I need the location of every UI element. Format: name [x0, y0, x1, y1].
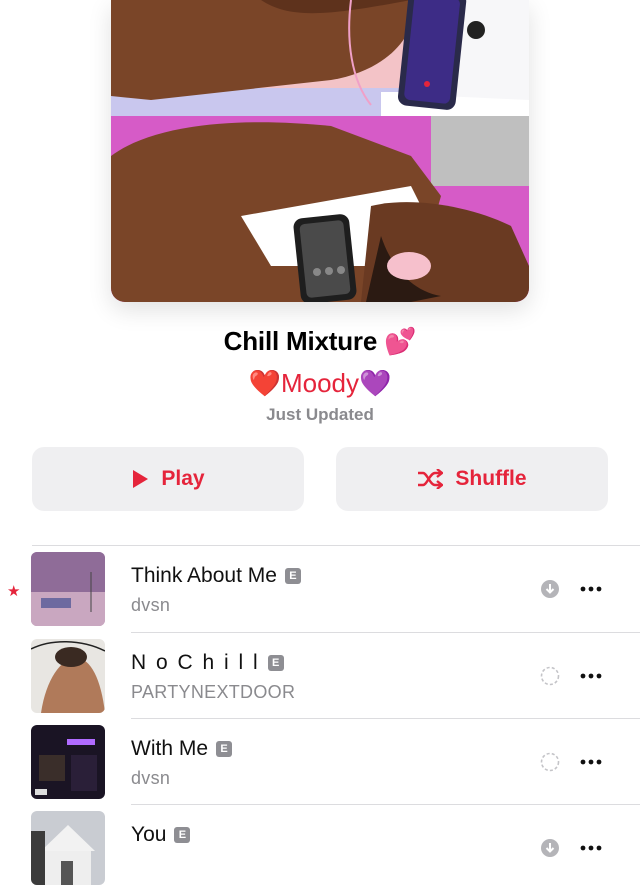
downloaded-icon[interactable]	[540, 579, 560, 599]
play-button[interactable]: Play	[32, 447, 304, 511]
explicit-badge: E	[216, 741, 233, 757]
artwork-top-illustration	[111, 0, 529, 116]
track-artwork-image	[31, 811, 105, 885]
favorite-star-icon: ★	[7, 583, 21, 600]
shuffle-button[interactable]: Shuffle	[336, 447, 608, 511]
playlist-artwork[interactable]	[111, 0, 529, 302]
updated-status: Just Updated	[266, 405, 374, 424]
track-title: Think About Me E	[131, 564, 301, 588]
download-progress-icon[interactable]	[540, 666, 560, 686]
track-artist: PARTYNEXTDOOR	[131, 682, 296, 702]
curator-name: Moody	[280, 368, 360, 398]
artwork-top-panel	[111, 0, 529, 116]
track-row[interactable]: You E	[0, 805, 640, 885]
playlist-title: Chill Mixture 💕	[0, 326, 640, 357]
track-row[interactable]: With Me E dvsn	[0, 719, 640, 805]
track-title: You E	[131, 823, 191, 847]
two-hearts-emoji: 💕	[384, 326, 417, 356]
track-artist: dvsn	[131, 768, 171, 788]
track-title: N o C h i l l E	[131, 651, 284, 675]
track-artwork	[31, 639, 105, 713]
explicit-badge: E	[267, 655, 284, 671]
artwork-bottom-panel	[111, 116, 529, 302]
shuffle-button-label: Shuffle	[455, 467, 527, 490]
track-artist: dvsn	[131, 595, 171, 615]
more-options-icon[interactable]	[579, 758, 603, 766]
track-row[interactable]: ★ Think About Me E dvsn	[0, 546, 640, 632]
track-title: With Me E	[131, 737, 233, 761]
track-artwork-image	[31, 725, 105, 799]
track-artwork	[31, 725, 105, 799]
purple-heart-emoji: 💜	[359, 368, 392, 398]
track-title-text: With Me	[131, 737, 209, 760]
track-title-text: Think About Me	[131, 564, 277, 587]
track-title-text: You	[131, 823, 167, 846]
track-artwork-image	[31, 639, 105, 713]
track-title-text: N o C h i l l	[131, 651, 260, 674]
playlist-curator-link[interactable]: ❤️Moody💜	[0, 368, 640, 399]
artwork-bottom-illustration	[111, 116, 529, 302]
more-options-icon[interactable]	[579, 672, 603, 680]
downloaded-icon[interactable]	[540, 838, 560, 858]
playlist-title-text: Chill Mixture	[223, 326, 378, 356]
red-heart-emoji: ❤️	[248, 368, 281, 398]
more-options-icon[interactable]	[579, 844, 603, 852]
explicit-badge: E	[174, 827, 191, 843]
track-row[interactable]: N o C h i l l E PARTYNEXTDOOR	[0, 633, 640, 719]
play-icon	[133, 470, 149, 488]
track-artwork	[31, 811, 105, 885]
shuffle-icon	[418, 469, 444, 489]
download-progress-icon[interactable]	[540, 752, 560, 772]
more-options-icon[interactable]	[579, 585, 603, 593]
track-artwork-image	[31, 552, 105, 626]
play-button-label: Play	[161, 467, 205, 490]
explicit-badge: E	[284, 568, 301, 584]
track-artwork	[31, 552, 105, 626]
